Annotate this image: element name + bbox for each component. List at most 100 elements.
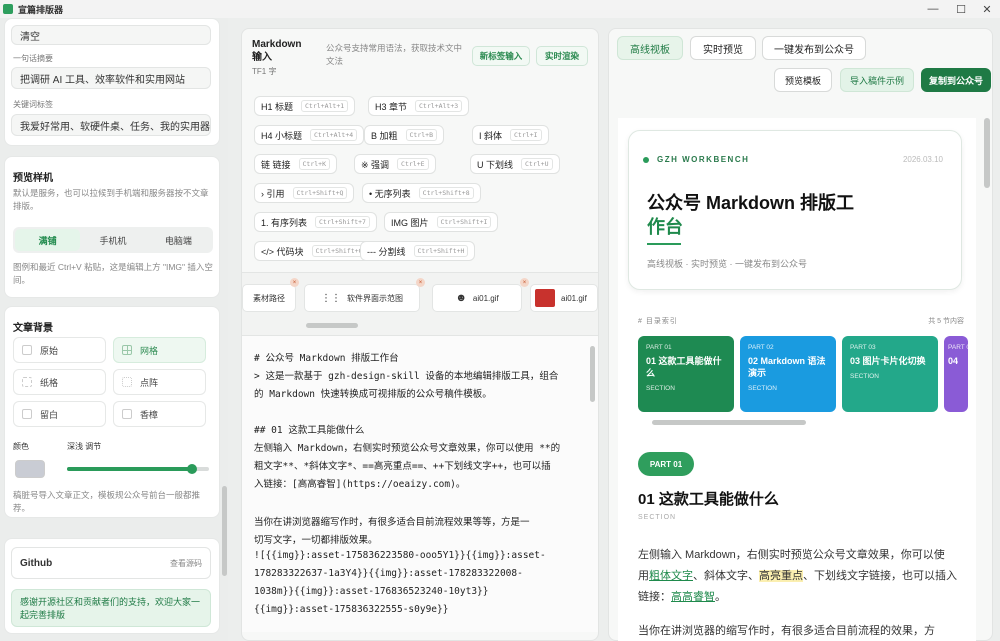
hero-underline xyxy=(647,243,681,245)
remove-asset-icon[interactable]: × xyxy=(416,278,425,287)
part-pill: PART 01 xyxy=(638,452,694,476)
minimize-button[interactable]: — xyxy=(920,0,946,18)
article-bg-card: 文章背景 原始 网格 纸格 点阵 留白 香樟 颜色 深浅 调节 稿脏号导入文章正… xyxy=(4,306,220,518)
editor-line: 左侧输入 Markdown，右侧实时预览公众号文章效果，你可以使用 **的 xyxy=(254,443,561,454)
preview-scrollbar[interactable] xyxy=(984,118,990,188)
format-chip-ul[interactable]: • 无序列表 Ctrl+Shift+8 xyxy=(362,183,481,203)
format-chip-emphasis[interactable]: ※ 强调 Ctrl+E xyxy=(354,154,436,174)
preview-template-button[interactable]: 预览模板 xyxy=(774,68,832,92)
paragraph-line-2: 用粗体文字、斜体文字、高亮重点、下划线文字链接，也可以插入 xyxy=(638,570,957,582)
asset-thumb-1[interactable]: 素材路径 xyxy=(242,284,296,312)
summary-card: 清空 一句话摘要 把调研 AI 工具、效率软件和实用网站 关键词标签 我爱好常用… xyxy=(4,18,220,146)
preview-mode-phone[interactable]: 手机机 xyxy=(80,229,145,251)
editor-line: ## 01 这款工具能做什么 xyxy=(254,425,365,436)
asset-thumb-2[interactable]: ⋮⋮ 软件界面示范图 xyxy=(304,284,420,312)
import-tab-button[interactable]: 新标签输入 xyxy=(472,46,530,66)
hero-title-line2: 作台 xyxy=(647,217,683,237)
preview-mode-desktop[interactable]: 电脑端 xyxy=(146,229,211,251)
format-chip-quote[interactable]: › 引用 Ctrl+Shift+Q xyxy=(254,183,355,203)
editor-line: 入链接：[高高睿智](https://oeaizy.com)。 xyxy=(254,479,466,490)
dot-icon xyxy=(643,157,649,163)
editor-line: {{img}}:asset-175836322555-s0y9e}} xyxy=(254,604,449,615)
blank-icon xyxy=(22,409,32,419)
remove-asset-icon[interactable]: × xyxy=(520,278,529,287)
format-chip-codeblock[interactable]: </> 代码块 Ctrl+Shift+C xyxy=(254,241,374,261)
copy-to-wechat-button[interactable]: 复制到公众号 xyxy=(921,68,991,92)
title-bar: 宣篇排版器 — ☐ ✕ xyxy=(0,0,1000,18)
toc-label: # 目录索引 xyxy=(638,318,678,325)
format-chip-underline[interactable]: U 下划线 Ctrl+U xyxy=(470,154,560,174)
bg-option-grid[interactable]: 网格 xyxy=(113,337,206,363)
preview-mode-segmented: 满铺 手机机 电脑端 xyxy=(13,227,213,253)
tab-offline-board[interactable]: 高线视板 xyxy=(617,36,683,60)
github-row[interactable]: Github 查看源码 xyxy=(11,547,211,579)
format-chip-ol[interactable]: 1. 有序列表 Ctrl+Shift+7 xyxy=(254,212,377,232)
section-card-4[interactable]: PART 04 04 xyxy=(944,336,968,412)
ui-screenshot-icon: ⋮⋮ xyxy=(321,292,341,304)
clear-field[interactable]: 清空 xyxy=(11,25,211,45)
import-example-button[interactable]: 导入稿件示例 xyxy=(840,68,914,92)
editor-scrollbar[interactable] xyxy=(590,346,595,402)
format-chip-link[interactable]: 链 链接 Ctrl+K xyxy=(254,154,337,174)
window-title: 宣篇排版器 xyxy=(18,4,64,15)
format-chip-h1[interactable]: H1 标题 Ctrl+Alt+1 xyxy=(254,96,356,116)
maximize-button[interactable]: ☐ xyxy=(948,0,974,18)
section-subtag: SECTION xyxy=(638,514,677,521)
keywords-label: 关键词标签 xyxy=(13,100,53,109)
preview-mode-full[interactable]: 满铺 xyxy=(15,229,81,251)
bg-option-blank[interactable]: 留白 xyxy=(13,401,106,427)
asset-thumb-4[interactable]: ai01.gif xyxy=(530,284,598,312)
preview-style-title: 预览样机 xyxy=(13,173,53,184)
editor-line: 1038m}}{{img}}:asset-176836523240-10yt3}… xyxy=(254,586,489,597)
depth-slider[interactable] xyxy=(67,464,209,474)
markdown-editor[interactable]: # 公众号 Markdown 排版工作台 > 这是一款基于 gzh-design… xyxy=(242,336,598,632)
depth-slider-thumb[interactable] xyxy=(186,464,197,474)
close-button[interactable]: ✕ xyxy=(974,0,1000,18)
depth-slider-fill xyxy=(67,467,192,471)
github-card: Github 查看源码 感谢开源社区和贡献者们的支持，欢迎大家一起完善排版 xyxy=(4,538,220,634)
tab-publish[interactable]: 一键发布到公众号 xyxy=(762,36,866,60)
bg-option-dots[interactable]: 点阵 xyxy=(113,369,206,395)
bg-option-paper[interactable]: 纸格 xyxy=(13,369,106,395)
format-chip-image[interactable]: IMG 图片 Ctrl+Shift+I xyxy=(384,212,499,232)
hero-card: GZH WORKBENCH 2026.03.10 公众号 Markdown 排版… xyxy=(628,130,962,290)
asset-strip-scrollbar[interactable] xyxy=(306,323,358,328)
hero-title-line1: 公众号 Markdown 排版工 xyxy=(647,193,855,213)
preview-style-card: 预览样机 默认是服务，也可以拉候到手机端和服务器按不文章排版。 满铺 手机机 电… xyxy=(4,156,220,298)
app-logo-icon xyxy=(3,4,13,14)
section-card-1[interactable]: PART 01 01 这款工具能做什么 SECTION xyxy=(638,336,734,412)
format-chip-italic[interactable]: I 斜体 Ctrl+I xyxy=(472,125,549,145)
lines-icon xyxy=(22,377,32,387)
live-render-button[interactable]: 实时渲染 xyxy=(536,46,588,66)
hero-label: GZH WORKBENCH xyxy=(657,155,750,164)
keywords-input[interactable]: 我爱好常用、软硬件桌、任务、我的实用器 xyxy=(11,114,211,136)
bg-option-original[interactable]: 原始 xyxy=(13,337,106,363)
editor-line: 切写文字，一切都排版效果。 xyxy=(254,535,378,546)
bg-option-camphor[interactable]: 香樟 xyxy=(113,401,206,427)
bg-color-swatch[interactable] xyxy=(15,460,45,478)
leaf-icon xyxy=(122,409,132,419)
editor-line: > 这是一款基于 gzh-design-skill 设备的本地编辑排版工具，组合 xyxy=(254,371,559,382)
format-chip-divider[interactable]: --- 分割线 Ctrl+Shift+H xyxy=(360,241,476,261)
editor-line: ![{{img}}:asset-175836223580-ooo5Y1}}{{i… xyxy=(254,550,546,561)
editor-line: 粗文字**、*斜体文字*、==高亮重点==、++下划线文字++，也可以插 xyxy=(254,461,551,472)
square-icon xyxy=(22,345,32,355)
format-chip-h4[interactable]: H4 小标题 Ctrl+Alt+4 xyxy=(254,125,365,145)
editor-line: 的 Markdown 快速转换成可视排版的公众号稿件模板。 xyxy=(254,389,492,400)
tab-live-preview[interactable]: 实时预览 xyxy=(690,36,756,60)
grid-icon xyxy=(122,345,132,355)
format-chip-h3[interactable]: H3 章节 Ctrl+Alt+3 xyxy=(368,96,470,116)
github-link[interactable]: 查看源码 xyxy=(170,558,202,569)
section-card-3[interactable]: PART 03 03 图片卡片化切换 SECTION xyxy=(842,336,938,412)
section-heading: 01 这款工具能做什么 xyxy=(638,491,779,508)
editor-line: # 公众号 Markdown 排版工作台 xyxy=(254,353,399,364)
remove-asset-icon[interactable]: × xyxy=(290,278,299,287)
color-label: 颜色 xyxy=(13,442,29,451)
word-count: TF1 字 xyxy=(252,67,277,76)
asset-thumb-3[interactable]: ☻ ai01.gif xyxy=(432,284,522,312)
left-scrollbar[interactable] xyxy=(222,486,227,576)
section-card-2[interactable]: PART 02 02 Markdown 语法演示 SECTION xyxy=(740,336,836,412)
tagline-input[interactable]: 把调研 AI 工具、效率软件和实用网站 xyxy=(11,67,211,89)
section-carousel-scrollbar[interactable] xyxy=(652,420,806,425)
format-chip-bold[interactable]: B 加粗 Ctrl+B xyxy=(364,125,444,145)
